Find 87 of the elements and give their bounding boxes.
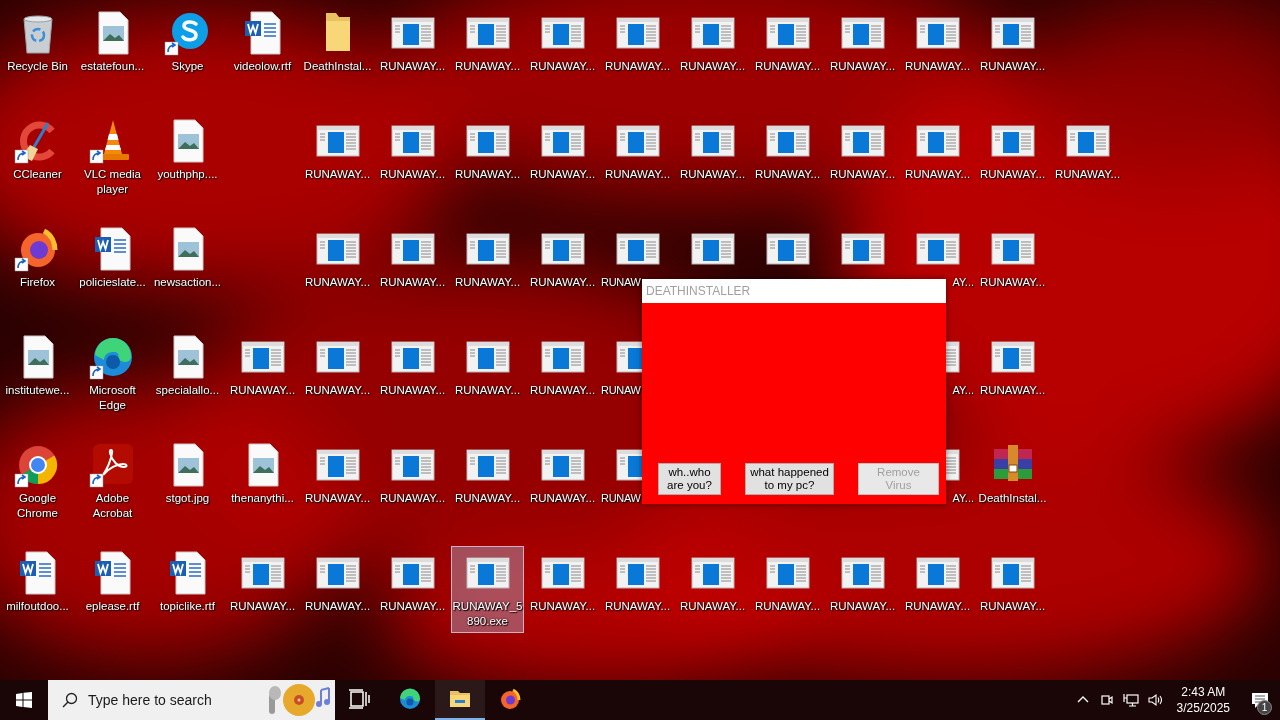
icon-label: RUNAWAY... <box>978 167 1047 182</box>
icon-label: RUNAWAY... <box>528 383 597 398</box>
task-view-icon <box>348 687 372 711</box>
icon-label: policieslate... <box>78 275 147 290</box>
icon-label: estatefoun... <box>79 59 146 74</box>
icon-label: RUNAW <box>601 383 642 398</box>
icon-label: Google Chrome <box>16 491 59 521</box>
icon-label: RUNAWAY... <box>828 599 897 614</box>
icon-label: RUNAWAY... <box>378 491 447 506</box>
dialog-button[interactable]: wh..who are you? <box>658 463 721 495</box>
icon-label: RUNAWAY... <box>978 383 1047 398</box>
clock-date: 3/25/2025 <box>1176 700 1230 716</box>
icon-label: RUNAWAY... <box>1053 167 1122 182</box>
icon-label: RUNAWAY... <box>828 167 897 182</box>
icon-label: RUNAWAY... <box>378 275 447 290</box>
taskbar-button[interactable] <box>435 680 485 720</box>
search-icon <box>62 692 78 708</box>
icon-label: Adobe Acrobat <box>91 491 134 521</box>
icon-label: RUNAWAY... <box>678 59 747 74</box>
icon-label: AY... <box>951 491 974 506</box>
icon-label: youthphp.... <box>156 167 219 182</box>
icon-label: CCleaner <box>12 167 63 182</box>
icon-label: VLC media player <box>83 167 142 197</box>
icon-label: specialallo... <box>154 383 221 398</box>
icon-label: RUNAW <box>601 491 642 506</box>
icon-label: RUNAWAY... <box>528 275 597 290</box>
icon-label: AY... <box>951 383 974 398</box>
icon-label: newsaction... <box>152 275 223 290</box>
desktop-icon[interactable]: RUNAWAY_5890.exe <box>451 546 524 633</box>
icon-label: eplease.rtf <box>84 599 141 614</box>
icon-label: RUNAWAY... <box>378 383 447 398</box>
icon-label: RUNAWAY... <box>978 599 1047 614</box>
window-title: DEATHINSTALLER <box>646 284 751 298</box>
icon-label: RUNAWAY... <box>603 167 672 182</box>
icon-label: RUNAWAY... <box>828 59 897 74</box>
firefox-icon <box>498 687 522 711</box>
icon-label: RUNAWAY... <box>303 491 372 506</box>
icon-label: AY... <box>951 275 974 290</box>
icon-label: RUNAWAY... <box>528 491 597 506</box>
icon-label: Recycle Bin <box>6 59 69 74</box>
edge-icon <box>398 687 422 711</box>
icon-label: RUNAWAY... <box>753 167 822 182</box>
notification-badge: 1 <box>1257 700 1272 715</box>
dialog-button[interactable]: what happened to my pc? <box>745 463 834 495</box>
icon-label: RUNAWAY... <box>378 167 447 182</box>
icon-label: Firefox <box>18 275 57 290</box>
icon-label: RUNAWAY... <box>528 599 597 614</box>
icon-label: RUNAWAY_5890.exe <box>451 599 524 629</box>
icon-label: institutewe... <box>4 383 71 398</box>
icon-label: RUNAWAY... <box>228 383 297 398</box>
icon-label: Microsoft Edge <box>88 383 137 413</box>
icon-label: RUNAWAY... <box>678 167 747 182</box>
icon-label: RUNAWAY... <box>528 59 597 74</box>
icon-label: RUNAWAY... <box>453 491 522 506</box>
icon-label: DeathInstal... <box>302 59 373 74</box>
icon-label: RUNAWAY... <box>303 383 372 398</box>
icon-label: RUNAWAY... <box>903 59 972 74</box>
icon-label: RUNAWAY... <box>603 599 672 614</box>
icon-label: topiclike.rtf <box>159 599 216 614</box>
icon-label: stgot.jpg <box>164 491 211 506</box>
clock[interactable]: 2:43 AM 3/25/2025 <box>1166 684 1240 716</box>
icon-label: RUNAWAY... <box>528 167 597 182</box>
icon-label: milfoutdoo... <box>5 599 70 614</box>
icon-label: RUNAWAY... <box>978 59 1047 74</box>
icon-label: videolow.rtf <box>232 59 293 74</box>
icon-label: RUNAWAY... <box>603 59 672 74</box>
icon-label: RUNAWAY... <box>453 383 522 398</box>
clock-time: 2:43 AM <box>1181 684 1226 700</box>
icon-label: RUNAWAY... <box>678 599 747 614</box>
icon-label: RUNAWAY... <box>453 167 522 182</box>
icon-label: RUNAWAY... <box>228 599 297 614</box>
icon-label: RUNAWAY... <box>978 275 1047 290</box>
icon-label: RUNAWAY... <box>303 275 372 290</box>
icon-label: DeathInstal... <box>977 491 1048 506</box>
icon-label: thenanythi... <box>230 491 295 506</box>
icon-label: RUNAWAY... <box>753 59 822 74</box>
icon-label: RUNAW <box>601 275 642 290</box>
icon-label: RUNAWAY... <box>903 599 972 614</box>
icon-label: RUNAWAY... <box>453 59 522 74</box>
icon-label: RUNAWAY... <box>453 275 522 290</box>
icon-label: RUNAWAY... <box>378 59 447 74</box>
icon-label: RUNAWAY... <box>303 599 372 614</box>
icon-label: RUNAWAY... <box>903 167 972 182</box>
icon-label: RUNAWAY... <box>378 599 447 614</box>
icon-label: Skype <box>170 59 205 74</box>
icon-label: RUNAWAY... <box>753 599 822 614</box>
icon-label: RUNAWAY... <box>303 167 372 182</box>
